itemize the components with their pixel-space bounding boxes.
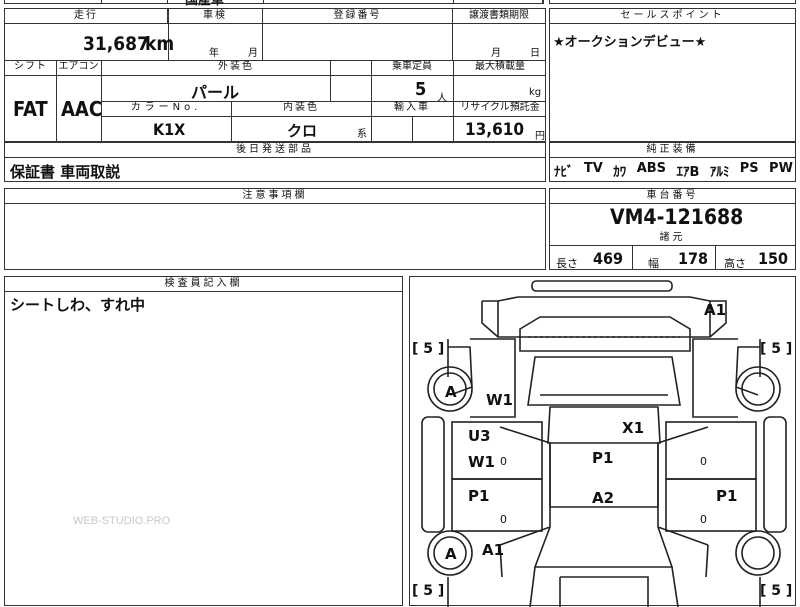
equipment-item-navi: ﾅﾋﾞ (554, 165, 574, 180)
mark-door-front-left-1: U3 (468, 427, 491, 445)
inspection-month-unit: 月 (248, 48, 258, 59)
equipment-item-tv: TV (583, 161, 603, 176)
interior-suffix: 系 (357, 129, 367, 140)
equipment-item-leather: ｶﾜ (613, 165, 627, 180)
width-value: 178 (678, 249, 709, 268)
deferred-parts-text: 保証書 車両取説 (10, 163, 121, 181)
deferred-parts-box: 後日発送部品 保証書 車両取説 (4, 142, 546, 182)
equipment-item-ps: PS (739, 161, 759, 176)
mark-door-front-left-2: W1 (468, 453, 495, 471)
equipment-item-alloy: ｱﾙﾐ (709, 165, 730, 180)
notes-label: 注意事項欄 (5, 189, 545, 204)
ac-value: AAC (61, 97, 103, 121)
color-no-label: カラーNo. (130, 102, 202, 113)
chassis-number: VM4-121688 (610, 205, 744, 229)
mark-rear-roof: A2 (592, 489, 615, 507)
tire-front-right-score: [ 5 ] (760, 341, 793, 357)
mileage-unit: km (145, 33, 175, 55)
import-label: 輸入車 (394, 102, 430, 113)
exterior-value: パール (191, 83, 240, 102)
deferred-parts-label: 後日発送部品 (5, 143, 545, 158)
recycle-value: 13,610 (465, 120, 525, 140)
mark-zero-2: 0 (700, 455, 707, 468)
mark-zero-3: 0 (500, 513, 507, 526)
inspection-label: 車検 (203, 10, 227, 21)
equipment-list: ﾅﾋﾞ TV ｶﾜ ABS ｴｱB ｱﾙﾐ PS PW (554, 161, 793, 180)
sales-point-box: セールスポイント ★オークションデビュー★ (549, 8, 796, 142)
width-label: 幅 (648, 257, 659, 270)
mark-roof: P1 (592, 449, 614, 467)
top-strip: 国産車 (4, 0, 544, 8)
mark-wheel-rear-left: A (445, 545, 457, 563)
transfer-month-unit: 月 (491, 48, 501, 59)
seats-value: 5 (415, 79, 427, 100)
mark-door-rear-right: P1 (716, 487, 738, 505)
height-label: 高さ (724, 257, 746, 270)
length-label: 長さ (556, 257, 578, 270)
equipment-item-airbag: ｴｱB (676, 165, 700, 180)
exterior-label: 外装色 (218, 61, 254, 72)
load-label: 最大積載量 (475, 61, 525, 72)
transfer-label: 譲渡書類期限 (469, 10, 529, 21)
equipment-box: 純正装備 ﾅﾋﾞ TV ｶﾜ ABS ｴｱB ｱﾙﾐ PS PW (549, 142, 796, 182)
load-unit: kg (529, 87, 542, 98)
top-strip-right (549, 0, 796, 4)
vehicle-info-table: 走行 車検 登録番号 譲渡書類期限 31,687 km 年 月 月 日 シフト … (4, 8, 546, 142)
color-no-value: K1X (153, 120, 186, 139)
equipment-label: 純正装備 (550, 143, 795, 158)
inspection-year-unit: 年 (209, 48, 219, 59)
tire-rear-right-score: [ 5 ] (760, 583, 793, 599)
mark-rear-fender-left: A1 (482, 541, 505, 559)
shift-value: FAT (13, 97, 48, 121)
interior-label: 内装色 (283, 102, 319, 113)
mark-wheel-front-left: A (445, 383, 457, 401)
recycle-unit: 円 (535, 131, 545, 142)
tire-front-left-score: [ 5 ] (412, 341, 445, 357)
mark-roof-front: X1 (622, 419, 645, 437)
notes-box: 注意事項欄 (4, 188, 546, 270)
inspector-box: 検査員記入欄 シートしわ、すれ中 WEB-STUDIO.PRO (4, 276, 403, 606)
inspector-text: シートしわ、すれ中 (10, 296, 146, 314)
interior-value: クロ (287, 122, 318, 140)
sales-point-label: セールスポイント (550, 9, 795, 24)
mark-front-right: A1 (704, 301, 727, 319)
mark-door-rear-left: P1 (468, 487, 490, 505)
specs-label: 諸元 (550, 231, 795, 246)
top-strip-text: 国産車 (185, 0, 225, 8)
mark-fender-left: W1 (486, 391, 513, 409)
inspector-label: 検査員記入欄 (5, 277, 402, 292)
mileage-label: 走行 (74, 10, 98, 21)
mark-zero-1: 0 (500, 455, 507, 468)
watermark: WEB-STUDIO.PRO (73, 515, 171, 527)
shift-label: シフト (14, 61, 47, 72)
seats-label: 乗車定員 (392, 61, 432, 72)
height-value: 150 (758, 249, 789, 268)
sales-point-text: ★オークションデビュー★ (553, 35, 707, 50)
ac-label: エアコン (58, 61, 99, 72)
length-value: 469 (593, 249, 624, 268)
registration-label: 登録番号 (333, 10, 382, 21)
mark-zero-4: 0 (700, 513, 707, 526)
mileage-value: 31,687 (83, 33, 149, 55)
transfer-day-unit: 日 (530, 48, 540, 59)
tire-rear-left-score: [ 5 ] (412, 583, 445, 599)
equipment-item-pw: PW (769, 161, 793, 176)
car-diagram-box: A1 [ 5 ] [ 5 ] [ 5 ] [ 5 ] A W1 U3 W1 0 … (409, 276, 796, 607)
chassis-label: 車台番号 (550, 189, 795, 204)
equipment-item-abs: ABS (636, 161, 667, 176)
recycle-label: リサイクル預託金 (460, 102, 540, 113)
chassis-box: 車台番号 VM4-121688 諸元 長さ 469 幅 178 高さ 150 (549, 188, 796, 270)
